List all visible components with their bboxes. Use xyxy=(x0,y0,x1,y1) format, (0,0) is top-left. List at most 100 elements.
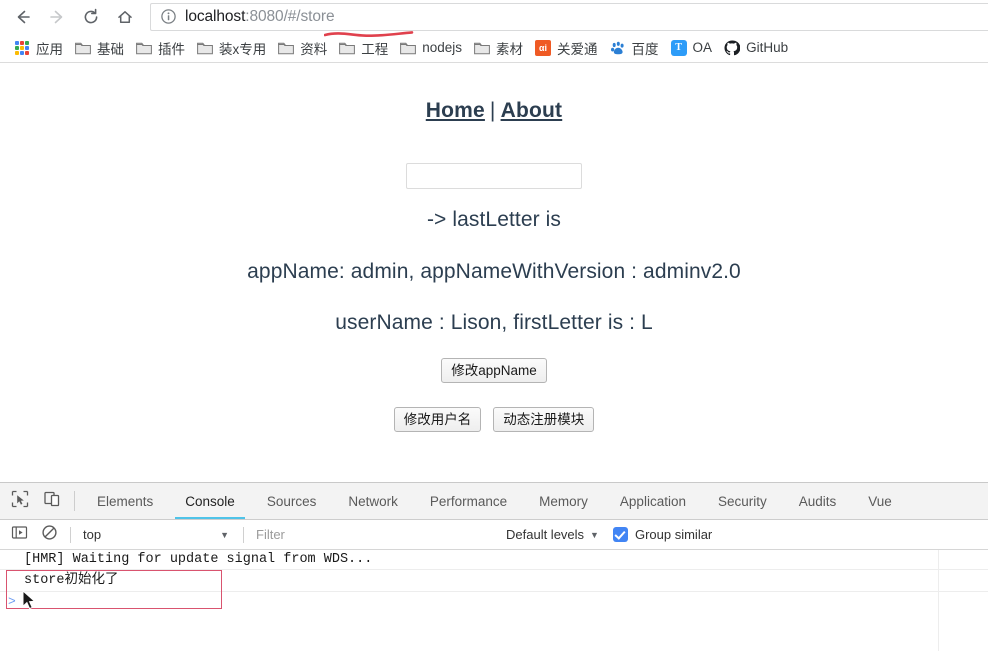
tab-audits[interactable]: Audits xyxy=(783,483,853,519)
inspect-element-icon xyxy=(11,490,29,513)
nav-link-home[interactable]: Home xyxy=(426,99,485,122)
address-bar[interactable]: localhost:8080/#/store xyxy=(150,2,988,37)
url-path: :8080/#/store xyxy=(245,7,335,25)
button-row-primary: 修改appName xyxy=(0,358,988,383)
bookmark-sucai[interactable]: 素材 xyxy=(468,36,529,60)
console-prompt[interactable]: > xyxy=(0,592,988,612)
tab-elements[interactable]: Elements xyxy=(81,483,169,519)
folder-icon xyxy=(136,40,152,56)
bookmark-apps[interactable]: 应用 xyxy=(8,36,69,60)
console-filter-input[interactable] xyxy=(250,526,480,543)
bookmark-label: 装x专用 xyxy=(219,41,267,57)
letter-input[interactable] xyxy=(406,163,582,189)
tab-performance[interactable]: Performance xyxy=(414,483,523,519)
bookmark-label: nodejs xyxy=(422,40,463,55)
arrow-left-icon xyxy=(13,7,33,27)
tab-application[interactable]: Application xyxy=(604,483,702,519)
bookmark-chajian[interactable]: 插件 xyxy=(130,36,191,60)
tab-vue[interactable]: Vue xyxy=(852,483,908,519)
browser-chrome: localhost:8080/#/store 应用 基础 插件 装x专用 资料 … xyxy=(0,0,988,63)
device-toolbar-icon xyxy=(43,490,61,513)
bookmark-gongcheng[interactable]: 工程 xyxy=(333,36,394,60)
register-module-button[interactable]: 动态注册模块 xyxy=(493,407,595,432)
console-sidebar-button[interactable] xyxy=(4,522,34,548)
arrow-right-icon xyxy=(47,7,67,27)
forward-button[interactable] xyxy=(40,2,74,32)
console-toolbar-divider-1 xyxy=(70,526,71,543)
guanaitong-icon: αi xyxy=(535,39,552,56)
folder-icon xyxy=(197,40,213,56)
bookmark-jichu[interactable]: 基础 xyxy=(69,36,130,60)
vue-app-root: Home | About -> lastLetter is appName: adm… xyxy=(0,63,988,432)
apps-grid-icon xyxy=(14,40,30,56)
bookmark-ziliao[interactable]: 资料 xyxy=(272,36,333,60)
tab-memory[interactable]: Memory xyxy=(523,483,604,519)
home-button[interactable] xyxy=(108,2,142,32)
change-appname-button[interactable]: 修改appName xyxy=(441,358,547,383)
baidu-paw-icon xyxy=(610,40,626,56)
tab-sources[interactable]: Sources xyxy=(251,483,333,519)
tab-security[interactable]: Security xyxy=(702,483,783,519)
bookmark-baidu[interactable]: 百度 xyxy=(604,36,665,60)
devtools-tabbar: Elements Console Sources Network Perform… xyxy=(0,483,988,520)
bookmark-nodejs[interactable]: nodejs xyxy=(394,36,468,60)
page-viewport: Home | About -> lastLetter is appName: adm… xyxy=(0,63,988,482)
folder-icon xyxy=(474,40,490,56)
bookmark-github[interactable]: GitHub xyxy=(718,36,794,60)
username-line: userName : Lison, firstLetter is : L xyxy=(335,311,653,334)
url-host: localhost xyxy=(185,7,246,25)
bookmark-label: 百度 xyxy=(631,41,659,57)
toolbar-divider xyxy=(74,491,75,511)
group-similar-checkbox[interactable] xyxy=(612,527,628,542)
tab-console[interactable]: Console xyxy=(169,483,251,519)
reload-button[interactable] xyxy=(74,2,108,32)
reload-icon xyxy=(81,7,101,27)
group-similar-toggle[interactable]: Group similar xyxy=(612,527,713,542)
bookmark-zhuangx[interactable]: 装x专用 xyxy=(191,36,272,60)
bookmark-oa[interactable]: T OA xyxy=(665,36,719,60)
bookmark-guanaitong[interactable]: αi 关爱通 xyxy=(529,36,604,60)
log-levels-select[interactable]: Default levels ▼ xyxy=(506,527,599,542)
change-username-button[interactable]: 修改用户名 xyxy=(393,407,482,432)
browser-toolbar: localhost:8080/#/store xyxy=(0,0,988,37)
home-icon xyxy=(115,7,135,27)
console-sidebar-divider xyxy=(938,550,939,651)
folder-icon xyxy=(278,40,295,56)
tab-network[interactable]: Network xyxy=(332,483,414,519)
back-button[interactable] xyxy=(6,2,40,32)
folder-icon xyxy=(75,40,91,56)
bookmark-label: 应用 xyxy=(36,41,63,57)
folder-icon xyxy=(339,40,356,56)
clear-console-button[interactable] xyxy=(34,522,64,548)
group-similar-label: Group similar xyxy=(634,527,713,542)
console-toolbar: top ▼ Default levels ▼ Group similar xyxy=(0,520,988,550)
info-circle-icon[interactable] xyxy=(160,8,177,25)
console-message-row: [HMR] Waiting for update signal from WDS… xyxy=(0,550,988,570)
chevron-down-icon: ▼ xyxy=(220,529,229,540)
nav-link-about[interactable]: About xyxy=(501,99,563,122)
execution-context-value: top xyxy=(83,527,102,542)
console-message-row: store初始化了 xyxy=(0,570,988,592)
bookmark-label: OA xyxy=(692,40,713,55)
log-levels-value: Default levels xyxy=(506,527,585,542)
nav-separator: | xyxy=(489,99,496,122)
github-icon xyxy=(724,39,741,56)
execution-context-select[interactable]: top ▼ xyxy=(77,527,237,542)
oa-icon: T xyxy=(670,39,687,56)
bookmark-label: 素材 xyxy=(496,41,524,57)
console-output[interactable]: [HMR] Waiting for update signal from WDS… xyxy=(0,550,988,651)
devtools-panel: Elements Console Sources Network Perform… xyxy=(0,482,988,651)
console-toolbar-divider-2 xyxy=(243,526,244,543)
bookmark-label: 基础 xyxy=(97,41,124,57)
bookmarks-bar: 应用 基础 插件 装x专用 资料 工程 nodejs 素材 αi 关爱通 百度 … xyxy=(0,33,988,63)
inspect-element-button[interactable] xyxy=(4,483,36,519)
device-toolbar-button[interactable] xyxy=(36,483,68,519)
bookmark-label: 工程 xyxy=(361,41,389,57)
bookmark-label: GitHub xyxy=(746,40,789,55)
bookmark-label: 关爱通 xyxy=(557,41,598,57)
folder-icon xyxy=(400,40,417,56)
bookmark-label: 插件 xyxy=(158,41,185,57)
console-sidebar-icon xyxy=(11,524,28,546)
chevron-down-icon: ▼ xyxy=(590,529,599,540)
appname-line: appName: admin, appNameWithVersion : adm… xyxy=(247,260,741,283)
